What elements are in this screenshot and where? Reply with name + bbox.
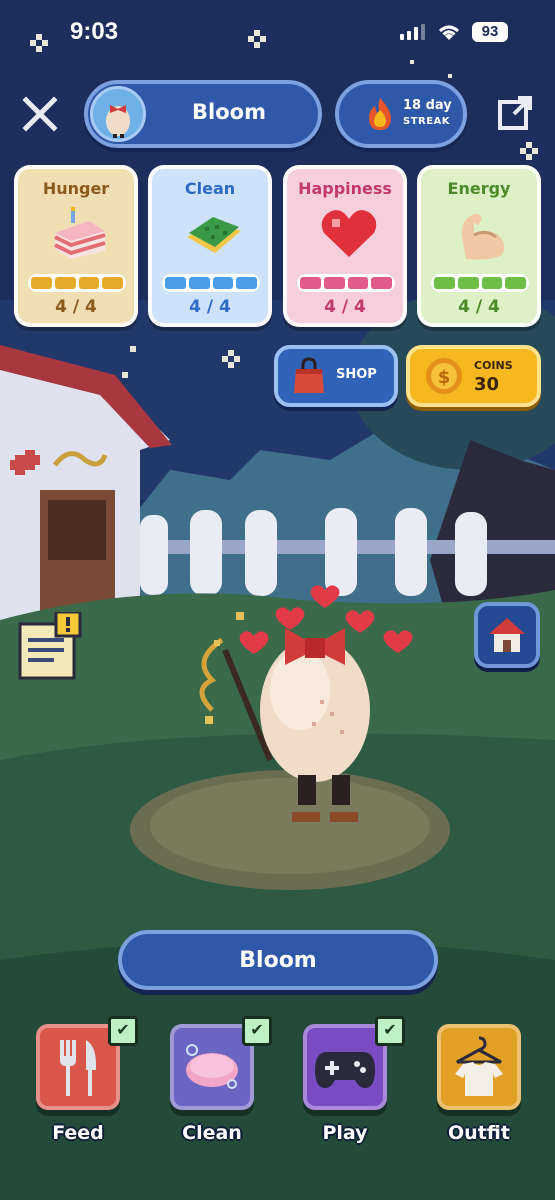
outfit-button[interactable]: Outfit <box>437 1024 521 1158</box>
house-icon <box>489 618 525 652</box>
play-button[interactable]: ✔ Play <box>303 1016 405 1158</box>
happiness-level-bar <box>297 274 395 292</box>
svg-text:$: $ <box>438 367 451 388</box>
clean-label: Clean <box>182 1122 242 1144</box>
notice-note-icon[interactable] <box>18 612 82 682</box>
egg-pet-icon <box>106 105 130 138</box>
coins-value: 30 <box>474 374 500 395</box>
stat-card-happiness[interactable]: Happiness 4 / 4 <box>283 165 407 327</box>
streak-label: STREAK <box>403 116 451 127</box>
stat-value: 4 / 4 <box>324 297 366 317</box>
status-time: 9:03 <box>70 18 119 45</box>
clean-level-bar <box>162 274 260 292</box>
outfit-tile[interactable] <box>437 1024 521 1110</box>
shop-button[interactable]: SHOP <box>274 345 398 407</box>
shopping-bag-icon <box>294 357 324 393</box>
stat-card-hunger[interactable]: Hunger 4 / 4 <box>14 165 138 327</box>
stat-value: 4 / 4 <box>458 297 500 317</box>
stat-value: 4 / 4 <box>55 297 97 317</box>
pet-name-plate-label: Bloom <box>239 948 317 973</box>
stat-title: Energy <box>447 179 511 198</box>
energy-level-bar <box>431 274 529 292</box>
feed-label: Feed <box>52 1122 104 1144</box>
streak-days: 18 day <box>403 98 452 113</box>
heart-icon <box>321 210 377 257</box>
flame-icon <box>369 98 391 130</box>
play-label: Play <box>322 1122 368 1144</box>
shop-label: SHOP <box>336 367 377 382</box>
check-icon: ✔ <box>108 1016 138 1046</box>
stat-title: Happiness <box>298 179 392 198</box>
stat-value: 4 / 4 <box>189 297 231 317</box>
pet-name-header: Bloom <box>192 100 266 124</box>
home-button[interactable] <box>474 602 540 668</box>
pet-name-plate[interactable]: Bloom <box>118 930 438 990</box>
feed-button[interactable]: ✔ Feed <box>36 1016 138 1158</box>
battery-indicator: 93 <box>472 22 508 42</box>
coins-label: COINS <box>474 359 513 372</box>
clean-button[interactable]: ✔ Clean <box>170 1016 272 1158</box>
status-bar: 9:03 93 <box>0 16 555 50</box>
muscle-icon <box>461 213 505 260</box>
cake-icon <box>54 207 106 259</box>
coins-button[interactable]: $ COINS 30 <box>406 345 541 407</box>
fork-knife-icon <box>60 1040 96 1096</box>
streak-badge[interactable]: 18 day STREAK <box>335 80 467 148</box>
stat-card-clean[interactable]: Clean 4 / 4 <box>148 165 272 327</box>
shirt-hanger-icon <box>455 1036 503 1096</box>
gamepad-icon <box>315 1052 375 1088</box>
coin-icon: $ <box>426 358 462 394</box>
close-icon[interactable] <box>20 94 60 134</box>
wifi-icon <box>439 25 459 40</box>
pet-name-pill[interactable]: Bloom <box>84 80 322 148</box>
hunger-level-bar <box>28 274 126 292</box>
pet-avatar <box>90 86 146 142</box>
stat-title: Clean <box>184 179 236 198</box>
share-external-icon[interactable] <box>496 94 534 132</box>
check-icon: ✔ <box>242 1016 272 1046</box>
stat-title: Hunger <box>42 179 110 198</box>
sponge-icon <box>187 217 241 253</box>
check-icon: ✔ <box>375 1016 405 1046</box>
cellular-signal-icon <box>400 24 425 40</box>
stat-card-energy[interactable]: Energy 4 / 4 <box>417 165 541 327</box>
outfit-label: Outfit <box>448 1122 510 1144</box>
soap-icon <box>186 1044 238 1089</box>
